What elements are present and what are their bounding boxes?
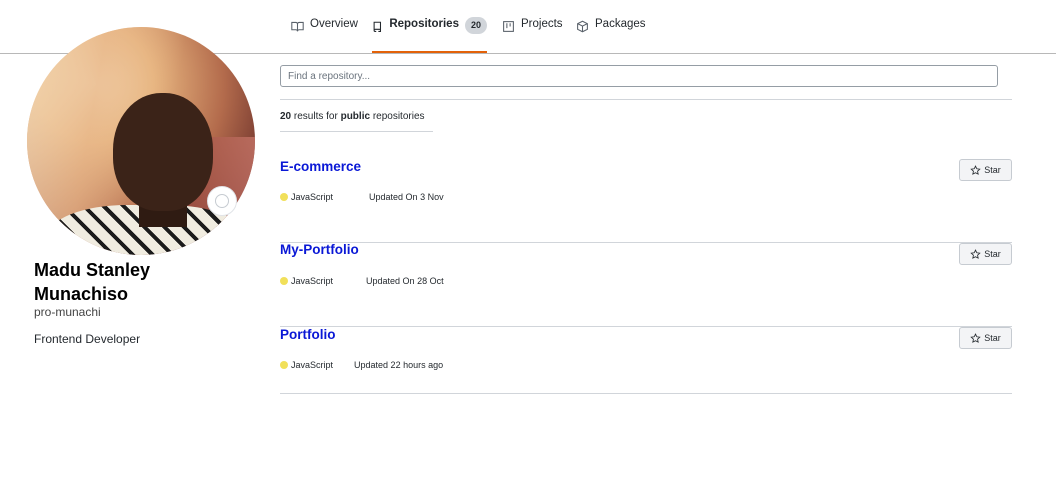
tab-overview-label: Overview — [310, 18, 358, 30]
star-icon — [970, 164, 981, 175]
divider — [280, 99, 1012, 100]
star-icon — [970, 332, 981, 343]
profile-username: pro-munachi — [34, 305, 101, 319]
repo-name-link[interactable]: My-Portfolio — [280, 242, 359, 257]
avatar[interactable] — [27, 27, 255, 255]
results-visibility: public — [340, 111, 371, 122]
repo-language: JavaScript — [291, 360, 334, 370]
star-button-label: Star — [984, 165, 1001, 175]
repo-list-item: My-Portfolio JavaScript Updated On 28 Oc… — [280, 242, 1012, 327]
repo-meta: JavaScript Updated On 28 Oct — [280, 276, 444, 286]
status-circle-icon — [215, 194, 229, 208]
repo-list-item: E-commerce JavaScript Updated On 3 Nov S… — [280, 159, 1012, 243]
project-board-icon — [503, 21, 514, 32]
star-button[interactable]: Star — [959, 243, 1012, 265]
tab-overview[interactable]: Overview — [291, 18, 358, 52]
repo-icon — [373, 21, 382, 32]
status-emoji-button[interactable] — [207, 186, 237, 216]
profile-full-name: Madu Stanley Munachiso — [34, 260, 151, 304]
avatar-head — [113, 93, 213, 211]
language-color-dot — [280, 277, 288, 285]
star-button-label: Star — [984, 333, 1001, 343]
book-icon — [291, 21, 304, 32]
repo-language: JavaScript — [291, 192, 334, 202]
package-icon — [577, 20, 588, 33]
tab-packages[interactable]: Packages — [576, 18, 646, 52]
star-icon — [970, 248, 981, 259]
repo-meta: JavaScript Updated 22 hours ago — [280, 360, 443, 370]
results-text-end: repositories — [370, 111, 425, 122]
tab-repositories-label: Repositories — [389, 18, 459, 30]
repo-updated: Updated On 28 Oct — [366, 276, 444, 286]
star-button[interactable]: Star — [959, 327, 1012, 349]
repository-search-input[interactable] — [280, 65, 998, 87]
tab-projects-label: Projects — [521, 18, 563, 30]
tab-repositories[interactable]: Repositories 20 — [372, 17, 487, 53]
results-text-mid: results for — [291, 111, 341, 122]
repo-name-link[interactable]: E-commerce — [280, 159, 361, 174]
results-divider — [280, 131, 433, 132]
results-count: 20 — [280, 111, 292, 122]
language-color-dot — [280, 193, 288, 201]
repo-updated: Updated 22 hours ago — [354, 360, 444, 370]
results-summary: 20 results for public repositories — [280, 111, 425, 122]
language-color-dot — [280, 361, 288, 369]
tab-packages-label: Packages — [595, 18, 646, 30]
repo-name-link[interactable]: Portfolio — [280, 327, 336, 342]
repo-meta: JavaScript Updated On 3 Nov — [280, 192, 444, 202]
repo-list-item: Portfolio JavaScript Updated 22 hours ag… — [280, 327, 1012, 394]
profile-bio: Frontend Developer — [34, 332, 141, 346]
repo-updated: Updated On 3 Nov — [369, 192, 444, 202]
tab-projects[interactable]: Projects — [502, 18, 563, 52]
repo-language: JavaScript — [291, 276, 334, 286]
repositories-count-badge: 20 — [464, 17, 487, 34]
star-button[interactable]: Star — [959, 159, 1012, 181]
star-button-label: Star — [984, 249, 1001, 259]
